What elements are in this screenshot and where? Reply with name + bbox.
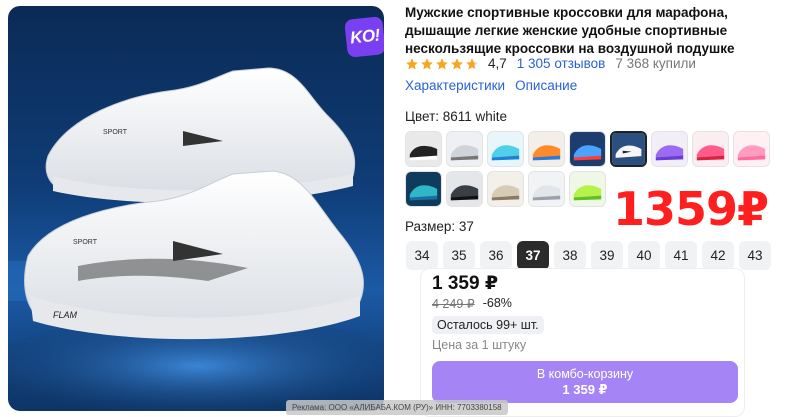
tab-characteristics[interactable]: Характеристики — [405, 78, 505, 93]
color-label: Цвет: 8611 white — [405, 109, 508, 124]
star-icon — [421, 57, 433, 70]
old-price: 4 249 ₽ — [432, 297, 475, 311]
color-swatch-lime-green[interactable] — [569, 171, 606, 207]
size-option-35[interactable]: 35 — [443, 241, 475, 270]
color-swatch-pink[interactable] — [733, 131, 770, 167]
bought-count: 7 368 купили — [615, 56, 696, 71]
product-image[interactable]: SPORT SPORT FLAM KO! — [8, 6, 384, 411]
rating-value: 4,7 — [488, 56, 507, 71]
shoe-bottom-label: SPORT — [73, 239, 98, 246]
size-option-38[interactable]: 38 — [554, 241, 586, 270]
size-option-43[interactable]: 43 — [739, 241, 771, 270]
star-icon — [436, 57, 448, 70]
color-swatch-black-white[interactable] — [405, 131, 442, 167]
product-title: Мужские спортивные кроссовки для марафон… — [405, 5, 735, 56]
color-swatch-purple[interactable] — [651, 131, 688, 167]
size-selector: 34 35 36 37 38 39 40 41 42 43 — [406, 241, 771, 270]
product-photo: SPORT SPORT FLAM — [8, 67, 384, 411]
promo-price: 1359₽ — [613, 182, 769, 236]
add-to-combo-cart-button[interactable]: В комбо-корзину 1 359 ₽ — [432, 361, 738, 403]
current-price: 1 359 ₽ — [432, 273, 499, 294]
unit-price-note: Цена за 1 штуку — [432, 338, 527, 352]
star-icon — [451, 57, 463, 70]
old-price-row: 4 249 ₽ -68% — [432, 296, 512, 311]
discount-badge: -68% — [482, 296, 512, 310]
info-tabs: Характеристики Описание — [405, 78, 577, 93]
tab-description[interactable]: Описание — [515, 78, 577, 93]
size-label: Размер: 37 — [405, 219, 474, 234]
size-option-40[interactable]: 40 — [628, 241, 660, 270]
star-icon — [406, 57, 418, 70]
cart-button-price: 1 359 ₽ — [562, 382, 608, 397]
size-option-37[interactable]: 37 — [517, 241, 549, 270]
rating-stars — [405, 57, 479, 71]
shoe-top-label: SPORT — [103, 129, 128, 136]
color-swatch-aqua-blue[interactable] — [487, 131, 524, 167]
color-swatch-pink-red[interactable] — [692, 131, 729, 167]
size-option-36[interactable]: 36 — [480, 241, 512, 270]
color-swatch-beige[interactable] — [487, 171, 524, 207]
size-option-39[interactable]: 39 — [591, 241, 623, 270]
rating-row: 4,7 1 305 отзывов 7 368 купили — [405, 56, 696, 71]
ad-disclaimer: Реклама: ООО «АЛИБАБА.КОМ (РУ)» ИНН: 770… — [286, 400, 508, 415]
color-swatch-blue-red[interactable] — [569, 131, 606, 167]
color-swatch-white-grey[interactable] — [446, 131, 483, 167]
size-option-42[interactable]: 42 — [702, 241, 734, 270]
sole-logo-label: FLAM — [53, 310, 78, 320]
reviews-link[interactable]: 1 305 отзывов — [517, 56, 606, 71]
color-swatch-grey-white[interactable] — [528, 171, 565, 207]
star-half-icon — [466, 57, 478, 70]
size-option-41[interactable]: 41 — [665, 241, 697, 270]
color-swatch-teal[interactable] — [405, 171, 442, 207]
cart-button-label: В комбо-корзину — [536, 367, 634, 381]
brand-badge: KO! — [344, 16, 384, 58]
color-swatch-orange-blue[interactable] — [528, 131, 565, 167]
color-swatch-dark[interactable] — [446, 171, 483, 207]
size-option-34[interactable]: 34 — [406, 241, 438, 270]
color-swatch-white-black[interactable] — [610, 131, 647, 167]
stock-badge: Осталось 99+ шт. — [432, 316, 544, 334]
